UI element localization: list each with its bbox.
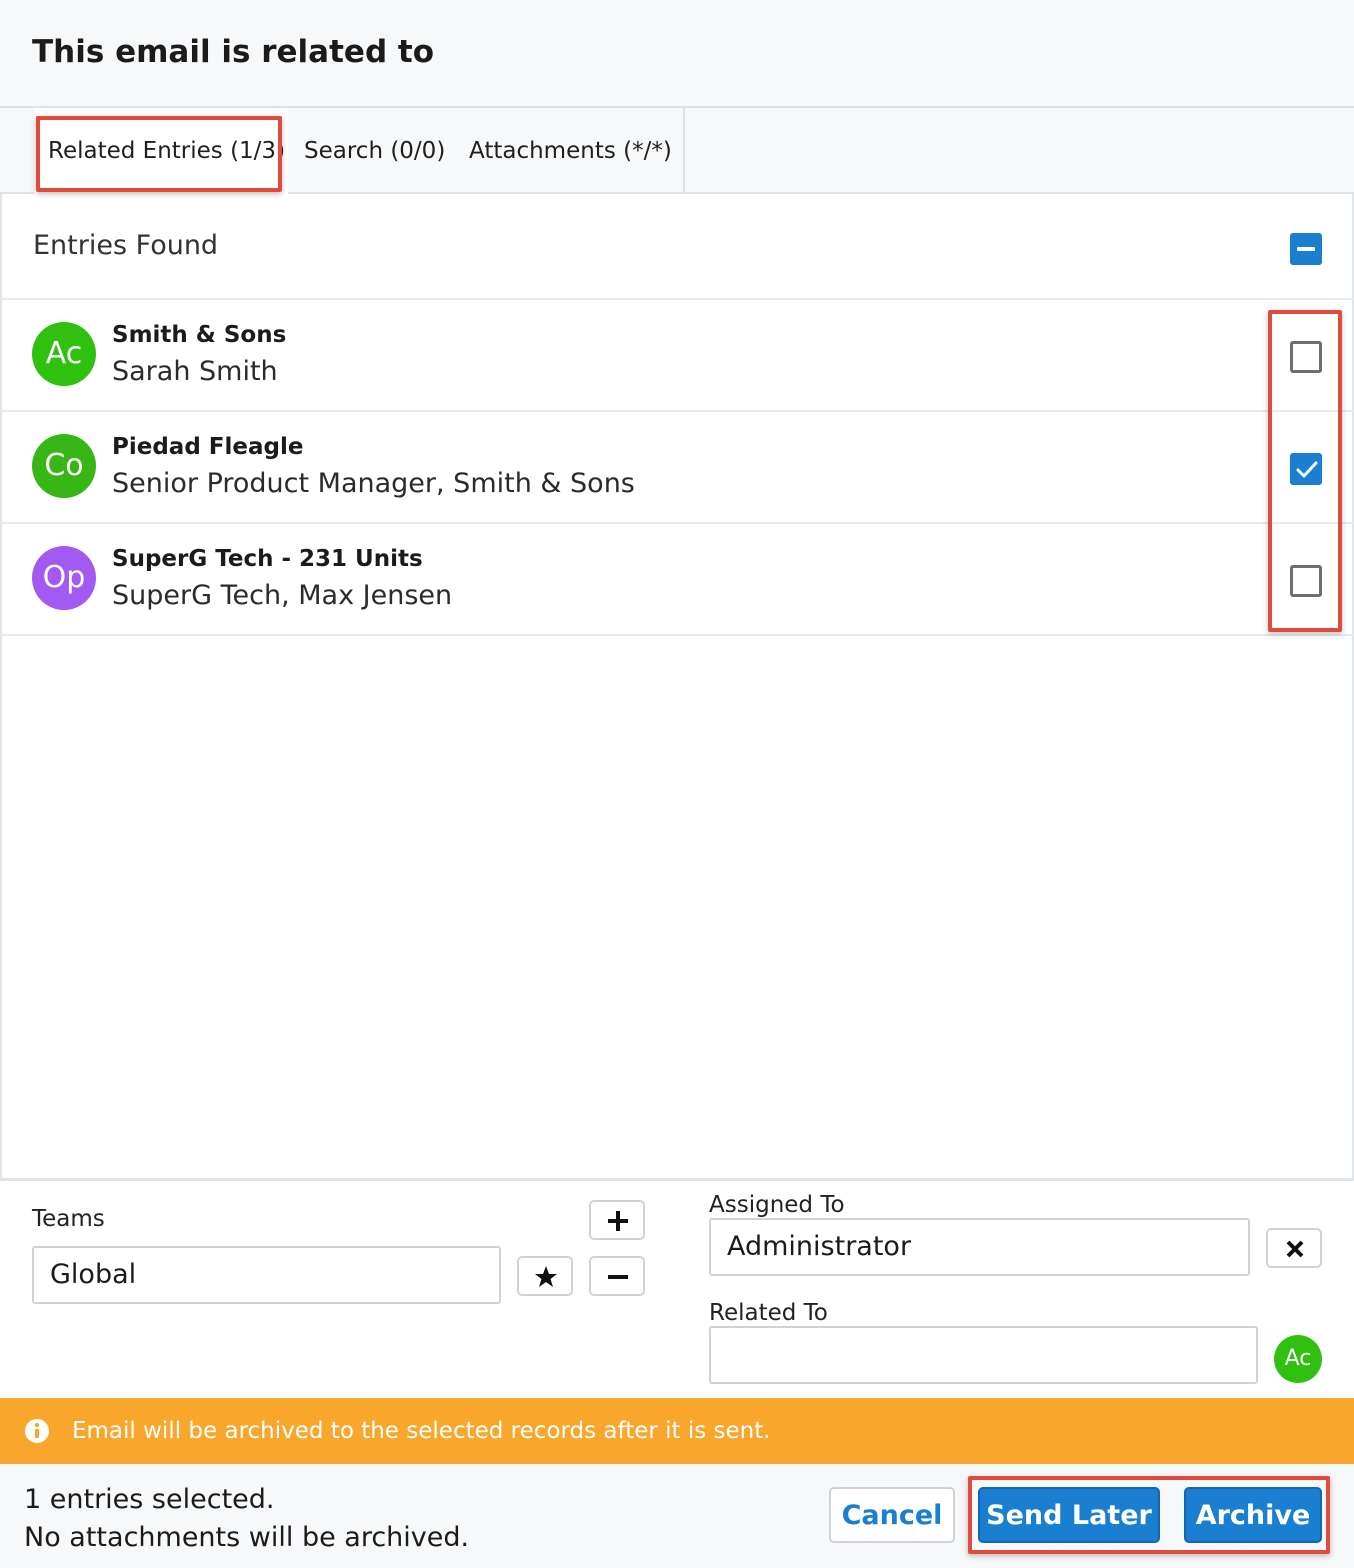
- entry-row: Op SuperG Tech - 231 Units SuperG Tech, …: [0, 524, 1354, 636]
- related-to-avatar: Ac: [1274, 1335, 1322, 1383]
- dialog-header: This email is related to: [0, 0, 1354, 108]
- tab-divider: [683, 108, 685, 192]
- avatar: Ac: [32, 322, 96, 386]
- entries-header: Entries Found: [0, 194, 1354, 300]
- entry-row: Ac Smith & Sons Sarah Smith: [0, 300, 1354, 412]
- entry-name: Piedad Fleagle: [112, 434, 304, 460]
- tab-attachments[interactable]: Attachments (*/*): [469, 138, 672, 164]
- archive-notice: Email will be archived to the selected r…: [0, 1398, 1354, 1464]
- assigned-to-input[interactable]: Administrator: [709, 1218, 1250, 1276]
- clear-assigned-button[interactable]: [1266, 1228, 1322, 1268]
- star-icon: [535, 1266, 557, 1287]
- highlight-related-entries-tab: [36, 116, 282, 192]
- entries-heading: Entries Found: [33, 230, 219, 261]
- minus-icon: [608, 1275, 628, 1279]
- minus-square-icon[interactable]: [1290, 233, 1322, 265]
- related-to-label: Related To: [709, 1300, 828, 1326]
- entry-row: Co Piedad Fleagle Senior Product Manager…: [0, 412, 1354, 524]
- dialog-title: This email is related to: [32, 34, 435, 70]
- close-icon: [1286, 1240, 1304, 1258]
- related-to-input[interactable]: [709, 1326, 1258, 1384]
- attachment-status: No attachments will be archived.: [24, 1522, 470, 1553]
- remove-team-button[interactable]: [589, 1256, 645, 1296]
- avatar: Co: [32, 434, 96, 498]
- teams-label: Teams: [32, 1206, 105, 1232]
- teams-input[interactable]: Global: [32, 1246, 501, 1304]
- assigned-to-label: Assigned To: [709, 1192, 845, 1218]
- selection-status: 1 entries selected.: [24, 1484, 275, 1515]
- primary-team-button[interactable]: [517, 1256, 573, 1296]
- entry-name: SuperG Tech - 231 Units: [112, 546, 423, 572]
- avatar: Op: [32, 546, 96, 610]
- entry-subtitle: SuperG Tech, Max Jensen: [112, 580, 453, 611]
- entry-name: Smith & Sons: [112, 322, 287, 348]
- plus-icon: [608, 1211, 628, 1231]
- highlight-action-buttons: [968, 1476, 1330, 1554]
- highlight-checkboxes: [1268, 310, 1342, 632]
- info-icon: [25, 1419, 49, 1443]
- tab-search[interactable]: Search (0/0): [304, 138, 445, 164]
- cancel-button[interactable]: Cancel: [829, 1487, 955, 1543]
- notice-text: Email will be archived to the selected r…: [72, 1418, 771, 1444]
- entry-subtitle: Sarah Smith: [112, 356, 278, 387]
- add-team-button[interactable]: [589, 1200, 645, 1240]
- entry-subtitle: Senior Product Manager, Smith & Sons: [112, 468, 635, 499]
